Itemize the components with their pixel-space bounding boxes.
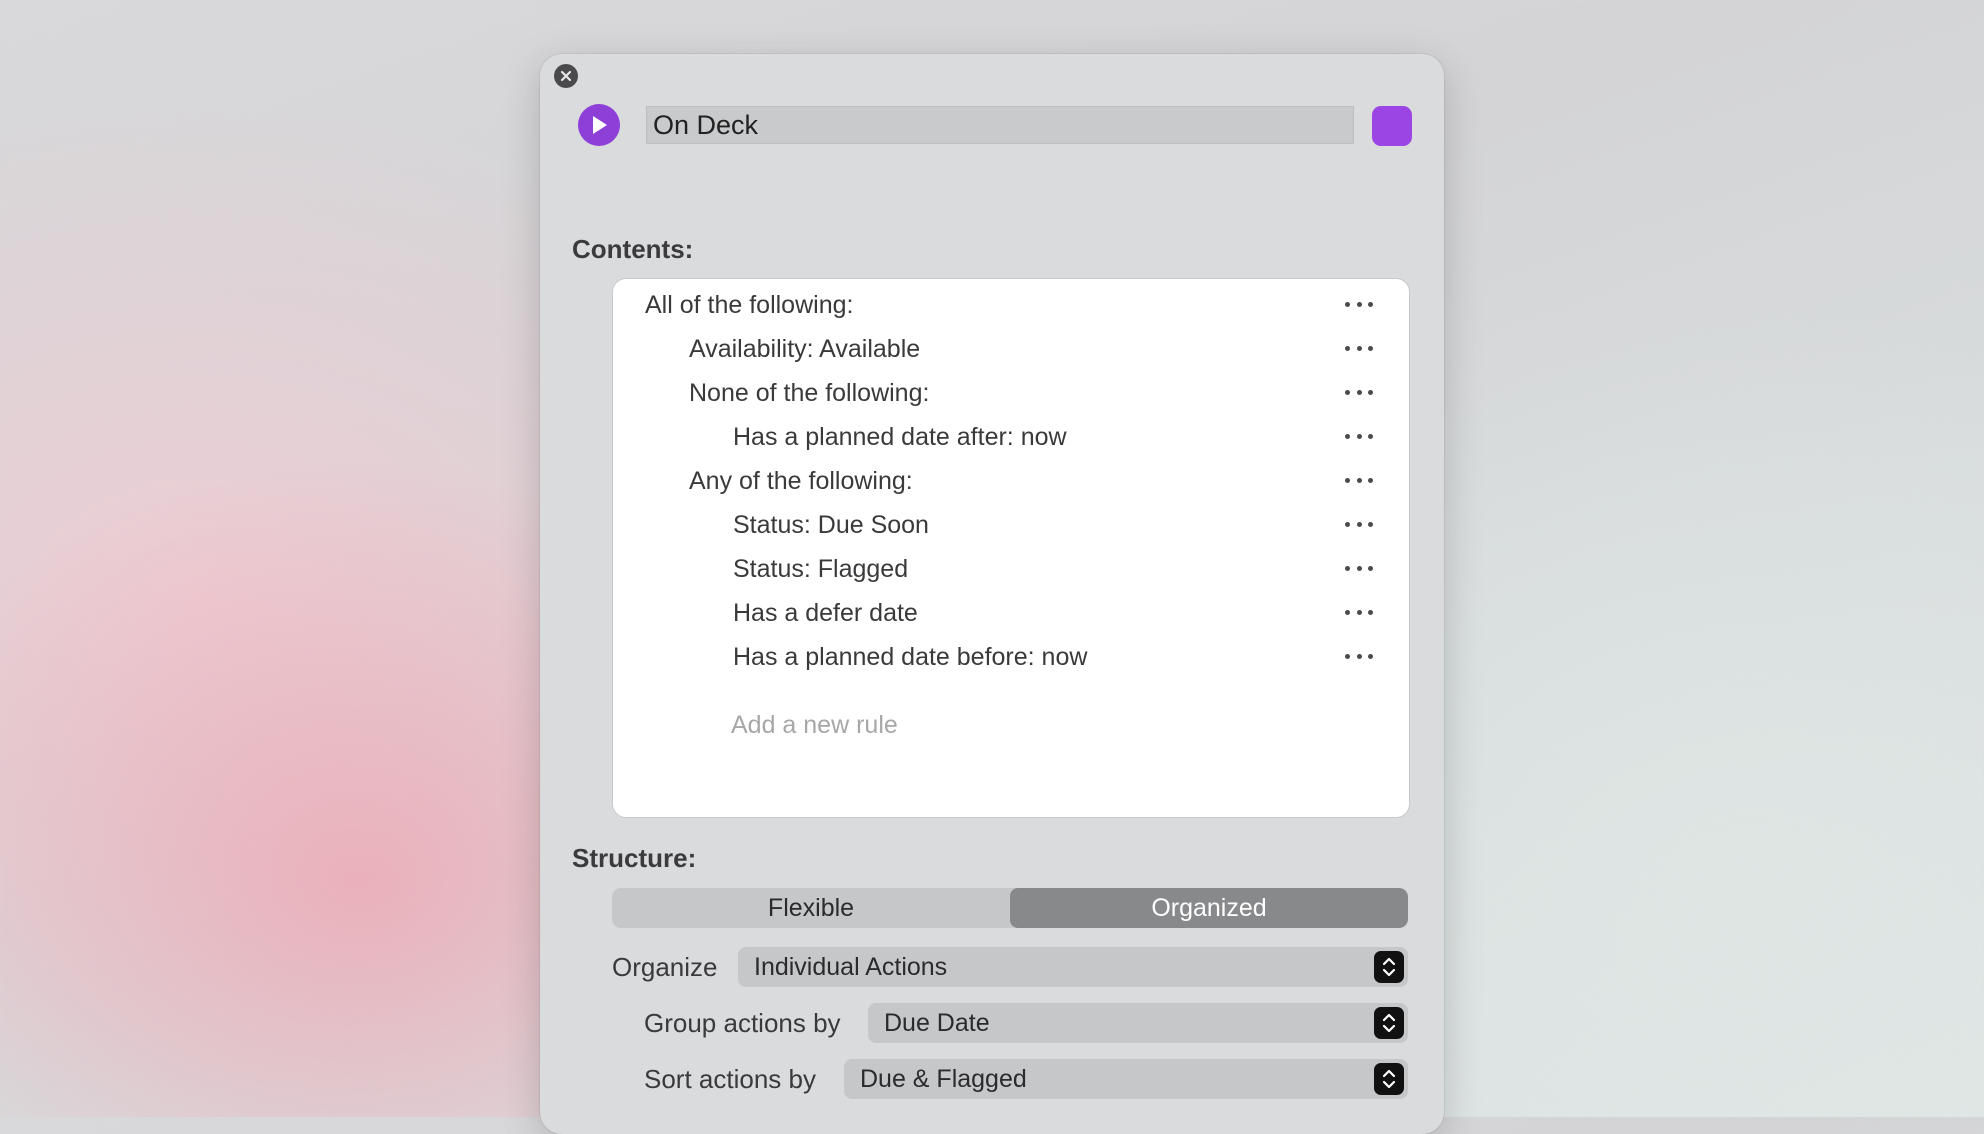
rule-row[interactable]: Status: Due Soon bbox=[613, 503, 1409, 547]
more-options-icon[interactable] bbox=[1345, 297, 1373, 311]
rule-row[interactable]: Status: Flagged bbox=[613, 547, 1409, 591]
add-rule-field[interactable]: Add a new rule bbox=[731, 711, 898, 740]
rule-row[interactable]: None of the following: bbox=[613, 371, 1409, 415]
perspective-color-swatch[interactable] bbox=[1372, 106, 1412, 146]
rule-text: Status: Flagged bbox=[733, 554, 909, 583]
more-options-icon[interactable] bbox=[1345, 605, 1373, 619]
more-options-icon[interactable] bbox=[1345, 517, 1373, 531]
rule-text: Status: Due Soon bbox=[733, 510, 929, 539]
rule-row[interactable]: Any of the following: bbox=[613, 459, 1409, 503]
group-actions-label: Group actions by bbox=[644, 1008, 841, 1038]
more-options-icon[interactable] bbox=[1345, 341, 1373, 355]
more-options-icon[interactable] bbox=[1345, 429, 1373, 443]
segment-organized[interactable]: Organized bbox=[1010, 888, 1408, 928]
rule-text: Has a planned date after: now bbox=[733, 422, 1067, 451]
rule-text: Availability: Available bbox=[689, 334, 921, 363]
more-options-icon[interactable] bbox=[1345, 473, 1373, 487]
perspective-editor-panel: On Deck Contents: All of the following: … bbox=[540, 54, 1444, 1134]
structure-segmented-control: Flexible Organized bbox=[612, 888, 1408, 928]
sort-actions-popup[interactable]: Due & Flagged bbox=[844, 1059, 1408, 1099]
rule-text: Any of the following: bbox=[689, 466, 913, 495]
rule-row[interactable]: Has a planned date after: now bbox=[613, 415, 1409, 459]
organize-label: Organize bbox=[612, 952, 718, 982]
sort-actions-value: Due & Flagged bbox=[860, 1064, 1027, 1093]
rule-row[interactable]: Has a defer date bbox=[613, 591, 1409, 635]
group-actions-popup[interactable]: Due Date bbox=[868, 1003, 1408, 1043]
play-icon bbox=[593, 116, 607, 134]
rule-text: Has a planned date before: now bbox=[733, 642, 1088, 671]
stepper-icon bbox=[1374, 1007, 1404, 1039]
stepper-icon bbox=[1374, 951, 1404, 983]
more-options-icon[interactable] bbox=[1345, 561, 1373, 575]
more-options-icon[interactable] bbox=[1345, 385, 1373, 399]
close-icon bbox=[560, 70, 572, 82]
rules-list: All of the following: Availability: Avai… bbox=[612, 278, 1410, 818]
contents-label: Contents: bbox=[572, 234, 694, 264]
group-actions-value: Due Date bbox=[884, 1008, 990, 1037]
organize-value: Individual Actions bbox=[754, 952, 948, 981]
rule-row[interactable]: Availability: Available bbox=[613, 327, 1409, 371]
segment-flexible[interactable]: Flexible bbox=[612, 888, 1010, 928]
rule-text: Has a defer date bbox=[733, 598, 918, 627]
structure-label: Structure: bbox=[572, 843, 697, 873]
more-options-icon[interactable] bbox=[1345, 649, 1373, 663]
rule-row[interactable]: Has a planned date before: now bbox=[613, 635, 1409, 679]
perspective-title-field[interactable]: On Deck bbox=[646, 106, 1354, 144]
organize-popup[interactable]: Individual Actions bbox=[738, 947, 1408, 987]
sort-actions-label: Sort actions by bbox=[644, 1064, 816, 1094]
rule-text: All of the following: bbox=[645, 290, 854, 319]
close-button[interactable] bbox=[554, 64, 578, 88]
perspective-icon-button[interactable] bbox=[578, 104, 620, 146]
rule-row[interactable]: All of the following: bbox=[613, 283, 1409, 327]
stepper-icon bbox=[1374, 1063, 1404, 1095]
rule-text: None of the following: bbox=[689, 378, 930, 407]
